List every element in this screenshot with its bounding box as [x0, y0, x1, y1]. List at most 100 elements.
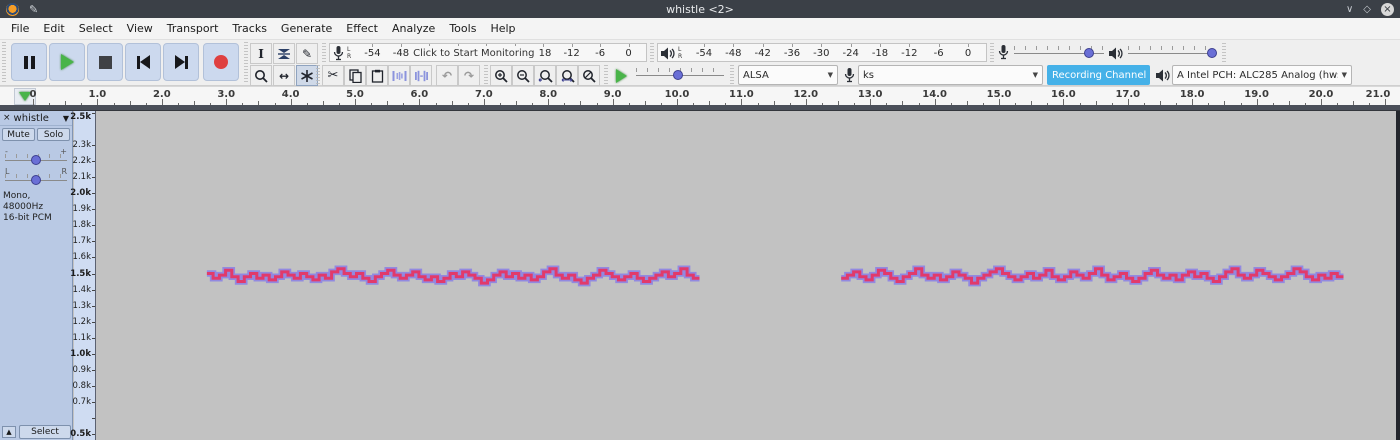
frequency-label: 2.0k — [70, 188, 91, 199]
stop-button[interactable] — [87, 43, 123, 81]
close-button[interactable]: × — [1381, 2, 1394, 16]
solo-button[interactable]: Solo — [37, 128, 70, 141]
menu-generate[interactable]: Generate — [274, 19, 339, 38]
zoom-toggle-button[interactable] — [578, 65, 600, 86]
playback-volume-thumb[interactable] — [1206, 48, 1217, 58]
skip-to-end-button[interactable] — [163, 43, 199, 81]
playback-meter[interactable]: LR -54 -48 -42 -36 -30 -24 -18 -12 -6 0 — [657, 43, 987, 62]
audio-host-dropdown[interactable]: ALSA ▼ — [738, 65, 838, 85]
undo-button[interactable]: ↶ — [436, 65, 458, 86]
mixer-toolbar-gripper[interactable] — [990, 43, 994, 62]
collapse-track-button[interactable]: ▲ — [2, 426, 16, 438]
device-toolbar-gripper[interactable] — [730, 65, 734, 84]
timeline-tick — [709, 101, 711, 105]
cut-button[interactable]: ✂ — [322, 65, 344, 86]
meter-tick-label: -12 — [901, 48, 918, 59]
fit-project-button[interactable] — [556, 65, 578, 86]
track-area: × whistle ▼ Mute Solo - + L R Mono, 4800… — [0, 110, 1400, 440]
mute-button[interactable]: Mute — [2, 128, 35, 141]
menu-edit[interactable]: Edit — [36, 19, 71, 38]
menu-tools[interactable]: Tools — [442, 19, 483, 38]
timeline-tick — [1337, 103, 1339, 105]
play-at-speed-button[interactable] — [610, 65, 632, 86]
monitoring-text[interactable]: Click to Start Monitoring — [409, 46, 539, 61]
frequency-label: 0.5k — [70, 429, 91, 439]
transport-toolbar-gripper[interactable] — [2, 42, 6, 84]
timeline-label: 19.0 — [1244, 89, 1269, 100]
edit-toolbar-gripper[interactable] — [316, 65, 320, 84]
menu-select[interactable]: Select — [72, 19, 120, 38]
recording-meter[interactable]: LR -54-48-42-36-30-24-18-12-60 Click to … — [329, 43, 647, 62]
frequency-label: 1.8k — [72, 220, 91, 231]
pencil-icon: ✎ — [301, 46, 313, 61]
select-track-button[interactable]: Select — [19, 425, 71, 439]
timeline-label: 6.0 — [410, 89, 429, 100]
trim-audio-button[interactable] — [388, 65, 410, 86]
zoom-out-button[interactable] — [512, 65, 534, 86]
pause-button[interactable] — [11, 43, 47, 81]
track-name[interactable]: whistle — [14, 113, 63, 124]
playback-volume-slider[interactable] — [1128, 45, 1217, 59]
playback-meter-gripper[interactable] — [650, 43, 654, 62]
redo-button[interactable]: ↷ — [458, 65, 480, 86]
recording-device-dropdown[interactable]: ks ▼ — [858, 65, 1043, 85]
track-waveform-canvas[interactable] — [96, 111, 1396, 440]
titlebar: ✎ whistle <2> ∨ ◇ × — [0, 0, 1400, 18]
vertical-scrollbar[interactable] — [1396, 111, 1400, 440]
paste-button[interactable] — [366, 65, 388, 86]
menu-help[interactable]: Help — [483, 19, 522, 38]
frequency-ruler[interactable]: 2.5k 2.3k 2.2k 2.1k 2.0k 1.9k 1.8k 1.7k 1.6k 1.5k… — [70, 111, 96, 440]
toolbar-dock: I ✎ ↔ LR -54-48-42-36-30-24-18-12-60 Cli… — [0, 40, 1400, 86]
recording-channels-dropdown[interactable]: Recording Channel▼ — [1047, 65, 1150, 85]
recording-meter-gripper[interactable] — [322, 43, 326, 62]
track-control-panel[interactable]: × whistle ▼ Mute Solo - + L R Mono, 4800… — [0, 111, 73, 440]
meter-tick-label: -18 — [871, 48, 889, 59]
timeline-tick — [451, 101, 453, 105]
timeline-tick — [1288, 101, 1290, 105]
timeline-tick — [306, 103, 308, 105]
menu-analyze[interactable]: Analyze — [385, 19, 442, 38]
meter-tick-label: -48 — [392, 48, 410, 59]
skip-to-start-button[interactable] — [125, 43, 161, 81]
timeline-tick — [725, 103, 727, 105]
play-at-speed-gripper[interactable] — [604, 65, 608, 84]
playback-device-dropdown[interactable]: A Intel PCH: ALC285 Analog (hw:0,0)▼ — [1172, 65, 1352, 85]
timeline-tick — [838, 101, 839, 105]
copy-button[interactable] — [344, 65, 366, 86]
track-close-button[interactable]: × — [0, 113, 14, 123]
playback-speed-thumb[interactable] — [673, 70, 684, 80]
recording-volume-slider[interactable] — [1014, 45, 1104, 59]
draw-tool-button[interactable]: ✎ — [296, 43, 318, 64]
timeline-tick — [403, 103, 405, 105]
zoom-toolbar-gripper[interactable] — [484, 65, 488, 84]
gain-thumb[interactable] — [31, 155, 41, 165]
zoom-in-button[interactable] — [490, 65, 512, 86]
envelope-tool-button[interactable] — [273, 43, 295, 64]
timeline-tick — [982, 103, 984, 105]
menu-file[interactable]: File — [4, 19, 36, 38]
minimize-button[interactable]: ∨ — [1346, 4, 1353, 15]
menu-effect[interactable]: Effect — [339, 19, 385, 38]
menu-tracks[interactable]: Tracks — [225, 19, 274, 38]
record-icon — [214, 55, 228, 69]
maximize-button[interactable]: ◇ — [1363, 4, 1371, 15]
recording-volume-thumb[interactable] — [1083, 48, 1094, 58]
silence-audio-button[interactable] — [410, 65, 432, 86]
playback-speed-slider[interactable] — [636, 67, 724, 81]
fit-selection-button[interactable] — [534, 65, 556, 86]
timeshift-tool-button[interactable]: ↔ — [273, 65, 295, 86]
menu-view[interactable]: View — [120, 19, 160, 38]
pan-slider[interactable]: L R — [5, 167, 67, 185]
timeline-ruler[interactable]: 0 1.0 2.0 3.0 4.0 5.0 6.0 7.0 8.0 9.0 10.0 11.0 12.0… — [0, 86, 1400, 110]
multi-tool-button[interactable] — [296, 65, 318, 86]
play-button[interactable] — [49, 43, 85, 81]
selection-tool-button[interactable]: I — [250, 43, 272, 64]
gain-slider[interactable]: - + — [5, 147, 67, 165]
record-button[interactable] — [203, 43, 239, 81]
zoom-tool-button[interactable] — [250, 65, 272, 86]
pan-thumb[interactable] — [31, 175, 41, 185]
tools-toolbar-gripper[interactable] — [244, 42, 248, 84]
recording-device-mic-icon — [844, 68, 855, 83]
mixer-end-gripper[interactable] — [1222, 43, 1226, 62]
menu-transport[interactable]: Transport — [160, 19, 226, 38]
